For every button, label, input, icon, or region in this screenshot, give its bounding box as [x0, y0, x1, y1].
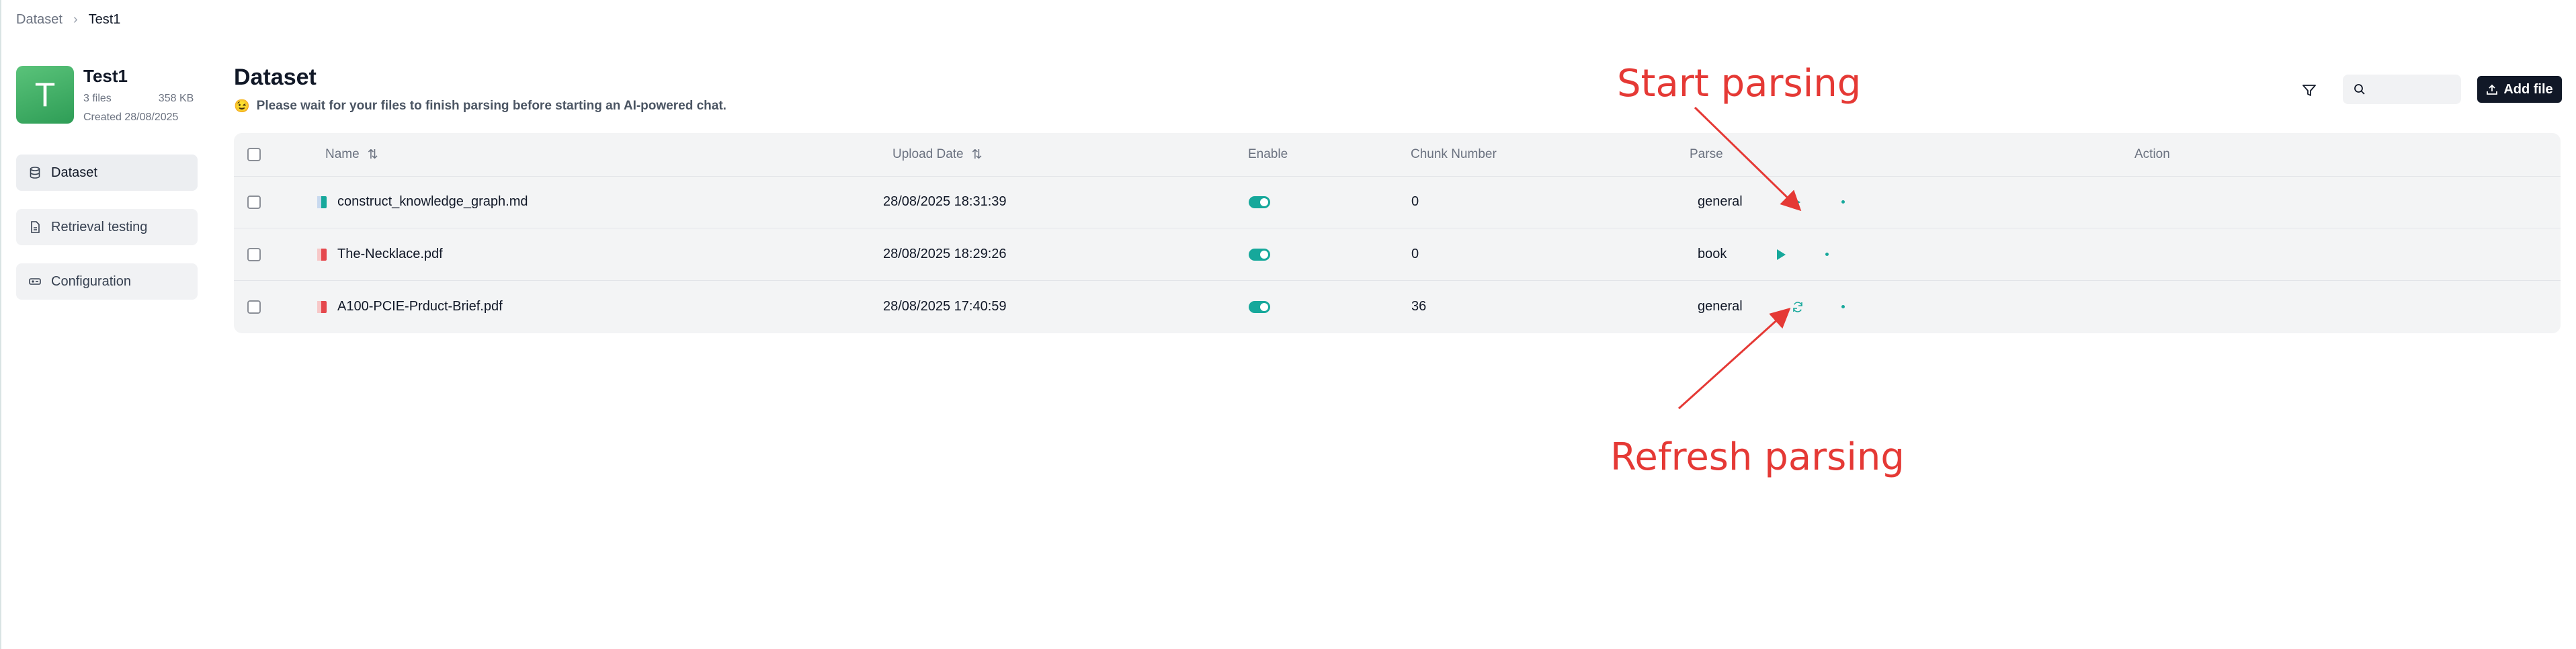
refresh-parsing-arrow: [1677, 307, 1791, 410]
annotation-arrows: [1677, 106, 1802, 410]
start-parsing-arrow: [1694, 106, 1802, 212]
